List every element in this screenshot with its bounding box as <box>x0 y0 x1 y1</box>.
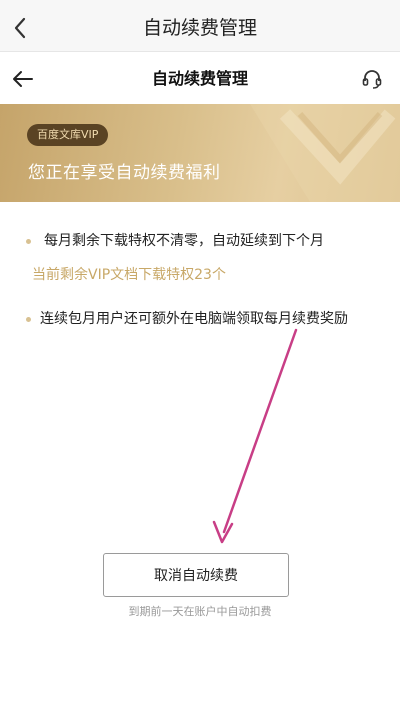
list-item: 每月剩余下载特权不清零，自动延续到下个月 <box>0 230 400 252</box>
vip-heart-watermark-icon <box>250 104 400 202</box>
vip-banner: 百度文库VIP 您正在享受自动续费福利 <box>0 104 400 202</box>
list-item: 连续包月用户还可额外在电脑端领取每月续费奖励 <box>0 308 400 330</box>
bullet-dot-icon <box>26 239 31 244</box>
banner-headline: 您正在享受自动续费福利 <box>28 163 221 183</box>
inner-header: 自动续费管理 <box>0 52 400 104</box>
auto-charge-hint: 到期前一天在账户中自动扣费 <box>128 605 272 618</box>
outer-page-title: 自动续费管理 <box>142 17 257 39</box>
inner-page-title: 自动续费管理 <box>151 69 248 88</box>
status-bar <box>0 0 400 6</box>
remaining-downloads-text: 当前剩余VIP文档下载特权23个 <box>32 267 226 283</box>
benefit-text-2: 连续包月用户还可额外在电脑端领取每月续费奖励 <box>40 311 348 327</box>
benefit-text-1: 每月剩余下载特权不清零，自动延续到下个月 <box>44 233 324 249</box>
vip-badge: 百度文库VIP <box>27 124 109 146</box>
bullet-dot-icon <box>26 317 31 322</box>
outer-app-bar: 自动续费管理 <box>0 0 400 52</box>
cancel-auto-renew-button[interactable]: 取消自动续费 <box>103 553 289 597</box>
headset-icon[interactable] <box>360 67 384 91</box>
